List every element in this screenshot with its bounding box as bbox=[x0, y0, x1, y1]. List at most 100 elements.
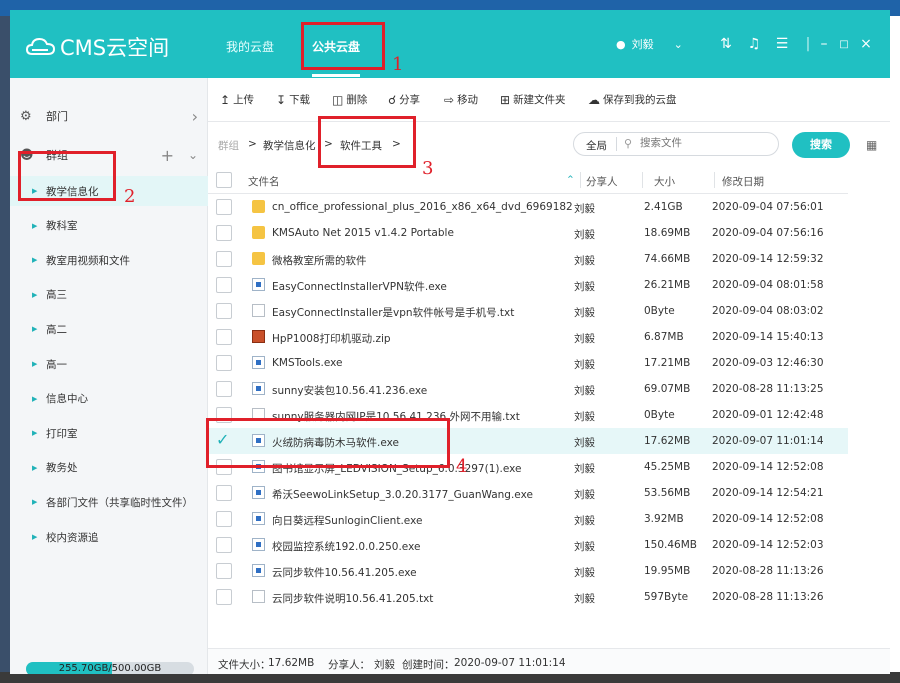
move-button[interactable]: ⇨ 移动 bbox=[444, 92, 478, 107]
sidebar-item[interactable]: ▶ 高二 bbox=[10, 314, 208, 344]
table-row[interactable]: EasyConnectInstaller是vpn软件帐号是手机号.txt 刘毅 0B… bbox=[208, 298, 848, 324]
row-checkbox[interactable] bbox=[216, 407, 232, 423]
sidebar-item[interactable]: ▶ 校内资源追 bbox=[10, 522, 208, 552]
table-row[interactable]: sunny安装包10.56.41.236.exe 刘毅 69.07MB 2020-08… bbox=[208, 376, 848, 402]
table-row[interactable]: HpP1008打印机驱动.zip 刘毅 6.87MB 2020-09-14 15:40… bbox=[208, 324, 848, 350]
expand-arrow-icon[interactable]: ▶ bbox=[32, 291, 37, 299]
column-header-owner[interactable]: 分享人 bbox=[586, 174, 618, 189]
row-checkbox[interactable] bbox=[216, 329, 232, 345]
table-row[interactable]: 图书馆显示屏_LEDVISION_Setup_6.0.3297(1).exe 刘毅… bbox=[208, 454, 848, 480]
expand-arrow-icon[interactable]: ▶ bbox=[32, 256, 37, 264]
breadcrumb-item-groups[interactable]: 群组 bbox=[218, 138, 239, 153]
breadcrumb-item-teaching-it[interactable]: 教学信息化 bbox=[263, 138, 316, 153]
download-button[interactable]: ↧ 下载 bbox=[276, 92, 310, 107]
row-checkbox[interactable] bbox=[216, 355, 232, 371]
column-header-date[interactable]: 修改日期 bbox=[722, 174, 764, 189]
file-owner: 刘毅 bbox=[574, 489, 595, 501]
search-scope-select[interactable]: 全局 bbox=[586, 138, 607, 153]
select-all-checkbox[interactable] bbox=[216, 172, 232, 188]
share-button[interactable]: ☌ 分享 bbox=[388, 92, 420, 107]
save-to-my-cloud-button[interactable]: ☁ 保存到我的云盘 bbox=[588, 92, 677, 107]
table-row[interactable]: KMSTools.exe 刘毅 17.21MB 2020-09-03 12:46:30 bbox=[208, 350, 848, 376]
table-row[interactable]: 校园监控系统192.0.0.250.exe 刘毅 150.46MB 2020-09-1… bbox=[208, 532, 848, 558]
sidebar-item[interactable]: ▶ 教室用视频和文件 bbox=[10, 245, 208, 275]
grid-view-icon[interactable]: ▦ bbox=[866, 138, 877, 152]
expand-arrow-icon[interactable]: ▶ bbox=[32, 429, 37, 437]
breadcrumb-item-software-tools[interactable]: 软件工具 bbox=[340, 138, 382, 153]
file-size: 0Byte bbox=[644, 409, 675, 421]
table-row[interactable]: 云同步软件说明10.56.41.205.txt 刘毅 597Byte 2020-08-… bbox=[208, 584, 848, 610]
expand-arrow-icon[interactable]: ▶ bbox=[32, 395, 37, 403]
new-folder-button[interactable]: ⊞ 新建文件夹 bbox=[500, 92, 566, 107]
sidebar-item[interactable]: ▶ 高三 bbox=[10, 280, 208, 310]
upload-icon: ↥ bbox=[220, 92, 231, 107]
sidebar-item[interactable]: ▶ 高一 bbox=[10, 349, 208, 379]
upload-button[interactable]: ↥ 上传 bbox=[220, 92, 254, 107]
expand-arrow-icon[interactable]: ▶ bbox=[32, 360, 37, 368]
expand-arrow-icon[interactable]: ▶ bbox=[32, 464, 37, 472]
row-checkbox[interactable] bbox=[216, 303, 232, 319]
file-owner: 刘毅 bbox=[574, 203, 595, 215]
plus-icon[interactable]: + bbox=[161, 146, 174, 165]
file-owner: 刘毅 bbox=[574, 385, 595, 397]
row-checkbox[interactable] bbox=[216, 589, 232, 605]
delete-button[interactable]: ◫ 删除 bbox=[332, 92, 367, 107]
user-menu[interactable]: ● 刘毅 ⌄ bbox=[616, 36, 683, 52]
tab-public-cloud[interactable]: 公共云盘 bbox=[312, 38, 361, 77]
row-checkbox[interactable] bbox=[216, 485, 232, 501]
save-to-cloud-label: 保存到我的云盘 bbox=[603, 94, 677, 106]
row-checkbox[interactable] bbox=[216, 251, 232, 267]
row-checkbox[interactable] bbox=[216, 277, 232, 293]
menu-icon[interactable]: ☰ bbox=[774, 36, 790, 52]
file-modified-date: 2020-09-04 08:01:58 bbox=[712, 279, 824, 291]
column-header-name[interactable]: 文件名 bbox=[248, 174, 280, 189]
row-checkbox[interactable] bbox=[216, 459, 232, 475]
row-checked-icon[interactable]: ✓ bbox=[216, 430, 229, 449]
share-icon: ☌ bbox=[388, 92, 397, 107]
table-row[interactable]: 微格教室所需的软件 刘毅 74.66MB 2020-09-14 12:59:32 bbox=[208, 246, 848, 272]
table-row[interactable]: KMSAuto Net 2015 v1.4.2 Portable 刘毅 18.69M… bbox=[208, 220, 848, 246]
chevron-right-icon[interactable]: › bbox=[192, 107, 198, 126]
row-checkbox[interactable] bbox=[216, 225, 232, 241]
status-owner-label: 分享人： bbox=[328, 659, 370, 671]
row-checkbox[interactable] bbox=[216, 511, 232, 527]
table-row[interactable]: ✓ 火绒防病毒防木马软件.exe 刘毅 17.62MB 2020-09-07 11:01… bbox=[208, 428, 848, 454]
table-row[interactable]: 向日葵远程SunloginClient.exe 刘毅 3.92MB 2020-09-1… bbox=[208, 506, 848, 532]
status-size-label: 文件大小： bbox=[218, 659, 271, 671]
sidebar-item[interactable]: ▶ 教科室 bbox=[10, 211, 208, 241]
row-checkbox[interactable] bbox=[216, 199, 232, 215]
row-checkbox[interactable] bbox=[216, 537, 232, 553]
file-size: 2.41GB bbox=[644, 201, 683, 213]
sidebar-item[interactable]: ▶ 打印室 bbox=[10, 418, 208, 448]
table-row[interactable]: 云同步软件10.56.41.205.exe 刘毅 19.95MB 2020-08-28… bbox=[208, 558, 848, 584]
column-divider bbox=[580, 172, 581, 188]
sidebar-item[interactable]: ▶ 信息中心 bbox=[10, 384, 208, 414]
sidebar-section-departments[interactable]: ⚙ 部门 › bbox=[10, 104, 208, 128]
sidebar-section-groups[interactable]: ☻ 群组 + ⌄ bbox=[10, 143, 208, 167]
minimize-icon[interactable]: – bbox=[816, 36, 832, 52]
close-icon[interactable]: × bbox=[858, 36, 874, 52]
table-row[interactable]: sunny服务器内网IP是10.56.41.236 外网不用输.txt 刘毅 0By… bbox=[208, 402, 848, 428]
table-row[interactable]: cn_office_professional_plus_2016_x86_x64… bbox=[208, 194, 848, 220]
expand-arrow-icon[interactable]: ▶ bbox=[32, 498, 37, 506]
table-row[interactable]: 希沃SeewoLinkSetup_3.0.20.3177_GuanWang.ex… bbox=[208, 480, 848, 506]
row-checkbox[interactable] bbox=[216, 381, 232, 397]
bell-icon[interactable]: ♫ bbox=[746, 36, 762, 52]
sidebar-item[interactable]: ▶ 教务处 bbox=[10, 453, 208, 483]
table-row[interactable]: EasyConnectInstallerVPN软件.exe 刘毅 26.21MB 20… bbox=[208, 272, 848, 298]
search-input[interactable] bbox=[640, 137, 770, 149]
expand-arrow-icon[interactable]: ▶ bbox=[32, 222, 37, 230]
expand-arrow-icon[interactable]: ▶ bbox=[32, 325, 37, 333]
tab-my-cloud[interactable]: 我的云盘 bbox=[226, 38, 274, 55]
sidebar-item[interactable]: ▶ 教学信息化 bbox=[10, 176, 208, 206]
sidebar-item[interactable]: ▶ 各部门文件（共享临时性文件） bbox=[10, 487, 208, 517]
chevron-down-icon[interactable]: ⌄ bbox=[188, 148, 198, 162]
maximize-icon[interactable]: □ bbox=[836, 39, 852, 50]
expand-arrow-icon[interactable]: ▶ bbox=[32, 187, 37, 195]
row-checkbox[interactable] bbox=[216, 563, 232, 579]
expand-arrow-icon[interactable]: ▶ bbox=[32, 533, 37, 541]
sort-asc-icon[interactable]: ⌃ bbox=[566, 174, 575, 186]
transfer-icon[interactable]: ⇅ bbox=[718, 36, 734, 52]
search-button[interactable]: 搜索 bbox=[792, 132, 850, 158]
column-header-size[interactable]: 大小 bbox=[654, 174, 675, 189]
